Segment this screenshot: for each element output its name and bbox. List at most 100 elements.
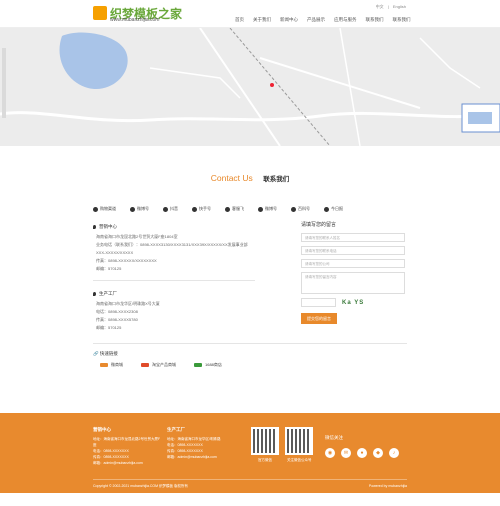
submit-button[interactable]: 提交您的留言 <box>301 313 337 324</box>
quick-link-1688[interactable]: 1688商店 <box>194 362 222 368</box>
sales-center: 营销中心 海南省海口市龙昆北路2号世贸大厦F座1804室 业务电话（联系我们）：… <box>93 223 268 273</box>
weshop-icon <box>100 363 108 367</box>
social-channels: 购物渠道 微博号 抖音 快手号 客服飞 微博号 百科号 今日报 <box>93 206 343 212</box>
social-label: 快手号 <box>199 206 211 211</box>
social-item-toutiao[interactable]: 今日报 <box>324 206 343 212</box>
social-label: 微博号 <box>137 206 149 211</box>
form-title: 请填写您的留言 <box>301 222 337 228</box>
message-form: 请填写您的留言 请填写您的联系人姓名 请填写您的联系电话 请填写您的公司 请填写… <box>301 221 407 324</box>
quick-link-taobao[interactable]: 淘宝产品商城 <box>141 362 176 368</box>
name-field[interactable]: 请填写您的联系人姓名 <box>301 233 405 242</box>
social-label: 抖音 <box>170 206 178 211</box>
logo-url: www.mubanzhijia.com <box>110 17 160 23</box>
weibo-icon[interactable]: ◉ <box>325 448 335 458</box>
factory-heading: 生产工厂 <box>93 290 268 298</box>
factory-fax: 传真：0898-XXXX5780 <box>96 317 138 322</box>
footer-divider <box>93 479 407 480</box>
factory-phone: 电话：0898-XXXX2308 <box>96 309 138 314</box>
quick-links-heading: 🔗 快速链接 <box>93 351 118 357</box>
footer-sales-address: 地址：海南省海口市龙昆北路2号世贸大厦F座 <box>93 437 161 447</box>
social-item-kefu[interactable]: 客服飞 <box>225 206 244 212</box>
footer-bottom: Copyright © 2002-2021 mubanzhijia.COM 织梦… <box>93 484 407 489</box>
social-label: 客服飞 <box>232 206 244 211</box>
contact-title-cn: 联系我们 <box>263 176 290 183</box>
nav-news[interactable]: 新闻中心 <box>280 17 298 23</box>
company-field[interactable]: 请填写您的公司 <box>301 259 405 268</box>
qq-icon[interactable]: ● <box>357 448 367 458</box>
share-icon[interactable]: ◆ <box>373 448 383 458</box>
social-item-douyin[interactable]: 抖音 <box>163 206 178 212</box>
site-footer: 营销中心 地址：海南省海口市龙昆北路2号世贸大厦F座 电话：0898-XXXXX… <box>0 413 500 493</box>
lang-english[interactable]: English <box>393 4 406 9</box>
quick-links-title: 快速链接 <box>99 351 118 356</box>
wechat-qr-code <box>251 427 279 455</box>
sales-phone: 业务电话（联系我们）：0898-XXXX3130/XXXX3131/XXX39X… <box>96 242 248 247</box>
nav-contact-2[interactable]: 联系我们 <box>393 17 411 23</box>
nav-contact[interactable]: 联系我们 <box>366 17 384 23</box>
quick-link-label: 微商城 <box>111 362 123 367</box>
sales-fax: 传真：0898-XXXXXX/XXXXXXXX <box>96 258 157 263</box>
factory-heading-text: 生产工厂 <box>99 291 117 296</box>
service-icon <box>225 206 230 212</box>
quick-link-weshop[interactable]: 微商城 <box>100 362 123 368</box>
quick-link-label: 1688商店 <box>205 362 222 367</box>
section-divider <box>93 343 407 344</box>
footer-sales-email: 邮箱：admin@mubanzhijia.com <box>93 461 143 465</box>
nav-home[interactable]: 首页 <box>235 17 244 23</box>
contact-heading: Contact Us 联系我们 <box>0 168 500 186</box>
official-qr-code <box>285 427 313 455</box>
location-pin-icon <box>93 225 96 229</box>
taobao-icon <box>141 363 149 367</box>
site-logo[interactable]: 织梦模板之家 www.mubanzhijia.com <box>93 6 203 24</box>
social-item-baike[interactable]: 百科号 <box>291 206 310 212</box>
qr-caption-official: 关注微信公众号 <box>287 458 312 462</box>
store-1688-icon <box>194 363 202 367</box>
douyin-icon[interactable]: ♪ <box>389 448 399 458</box>
social-item-weibo2[interactable]: 微博号 <box>258 206 277 212</box>
social-label: 百科号 <box>298 206 310 211</box>
captcha-input[interactable] <box>301 298 336 307</box>
social-item-shop[interactable]: 购物渠道 <box>93 206 116 212</box>
sales-postcode: 邮编：570125 <box>96 266 122 271</box>
lang-chinese[interactable]: 中文 <box>376 4 384 9</box>
social-label: 购物渠道 <box>100 206 116 211</box>
factory-address: 海南省海口市龙华区/明珠路X号大厦 <box>96 301 160 306</box>
logo-icon <box>93 6 107 20</box>
quick-links: 微商城 淘宝产品商城 1688商店 <box>100 362 222 368</box>
baike-icon <box>291 206 296 212</box>
weibo-icon <box>130 206 135 212</box>
follow-heading: 微信关注 <box>325 435 343 440</box>
powered-by[interactable]: Powered by mubanzhijia <box>369 484 407 489</box>
phone-field[interactable]: 请填写您的联系电话 <box>301 246 405 255</box>
main-nav: 首页 关于我们 新闻中心 产品展示 应用与服务 联系我们 联系我们 <box>235 17 411 23</box>
captcha-image[interactable]: Ka YS <box>342 300 364 306</box>
social-item-kuaishou[interactable]: 快手号 <box>192 206 211 212</box>
kuaishou-icon <box>192 206 197 212</box>
footer-social-icons: ◉ ✉ ● ◆ ♪ <box>325 448 399 458</box>
social-label: 微博号 <box>265 206 277 211</box>
sales-phone-2: XXX-XXXXX/XXXXX <box>96 250 134 255</box>
wechat-icon[interactable]: ✉ <box>341 448 351 458</box>
nav-products[interactable]: 产品展示 <box>307 17 325 23</box>
sales-address: 海南省海口市龙昆北路2号世贸大厦F座1804室 <box>96 234 178 239</box>
message-field[interactable]: 请填写您的留言内容 <box>301 272 405 294</box>
footer-sales: 营销中心 地址：海南省海口市龙昆北路2号世贸大厦F座 电话：0898-XXXXX… <box>93 427 163 466</box>
footer-sales-heading: 营销中心 <box>93 427 111 432</box>
location-map[interactable] <box>0 28 500 146</box>
social-item-weibo[interactable]: 微博号 <box>130 206 149 212</box>
divider <box>93 280 255 281</box>
nav-services[interactable]: 应用与服务 <box>334 17 357 23</box>
sales-heading-text: 营销中心 <box>99 224 117 229</box>
factory-postcode: 邮编：570125 <box>96 325 122 330</box>
link-icon: 🔗 <box>93 351 99 356</box>
contact-title-en: Contact Us <box>210 173 253 183</box>
footer-factory: 生产工厂 地址：海南省海口市龙华区/明珠路 电话：0898-XXXXXXX 传真… <box>167 427 237 460</box>
nav-about[interactable]: 关于我们 <box>253 17 271 23</box>
social-label: 今日报 <box>331 206 343 211</box>
quick-link-label: 淘宝产品商城 <box>152 362 176 367</box>
language-switch: 中文 | English <box>375 4 406 9</box>
toutiao-icon <box>324 206 329 212</box>
douyin-icon <box>163 206 168 212</box>
captcha-row: Ka YS <box>301 298 407 307</box>
shop-icon <box>93 206 98 212</box>
